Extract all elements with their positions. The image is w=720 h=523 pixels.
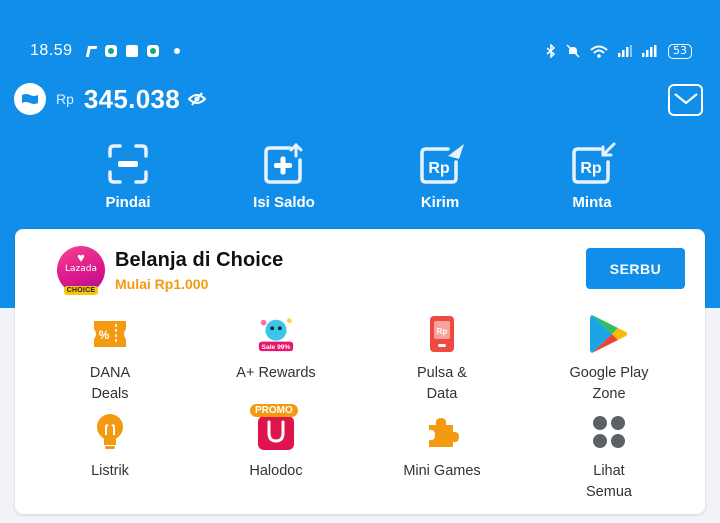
signal-icon-2	[642, 45, 657, 57]
message-notification-icon	[104, 45, 117, 57]
quick-actions: Pindai Isi Saldo Rp Kirim Rp Minta	[0, 142, 720, 214]
service-lihat-semua[interactable]: Lihat Semua	[539, 412, 679, 503]
send-icon: Rp	[418, 142, 464, 186]
promo-banner[interactable]: ♥ Lazada CHOICE Belanja di Choice Mulai …	[57, 245, 685, 295]
heart-icon: ♥	[77, 250, 85, 265]
hide-balance-icon[interactable]	[188, 92, 206, 106]
top-up-icon	[262, 142, 306, 186]
action-label: Minta	[572, 194, 612, 211]
service-a-plus-rewards[interactable]: Sale 99% A+ Rewards	[206, 314, 346, 384]
battery-indicator: 53	[668, 43, 692, 59]
services-card: ♥ Lazada CHOICE Belanja di Choice Mulai …	[15, 229, 705, 514]
request-icon: Rp	[570, 142, 616, 186]
action-minta[interactable]: Rp Minta	[542, 142, 642, 211]
action-isi-saldo[interactable]: Isi Saldo	[234, 142, 334, 211]
inbox-mail-icon[interactable]	[668, 84, 703, 116]
google-play-icon	[589, 314, 629, 354]
lazada-choice-logo: ♥ Lazada CHOICE	[57, 246, 105, 295]
service-listrik[interactable]: Listrik	[40, 412, 180, 482]
svg-text:Rp: Rp	[580, 160, 602, 177]
svg-text:Rp: Rp	[437, 327, 448, 336]
deals-coupon-icon: %	[90, 314, 130, 354]
halodoc-icon: PROMO	[250, 404, 298, 452]
svg-text:%: %	[99, 328, 110, 342]
mute-icon	[566, 44, 580, 58]
chat-notification-icon	[146, 45, 159, 57]
bluetooth-icon	[546, 44, 556, 58]
wallet-icon	[14, 83, 46, 115]
action-kirim[interactable]: Rp Kirim	[390, 142, 490, 211]
service-dana-deals[interactable]: % DANA Deals	[40, 314, 180, 405]
svg-text:Sale 99%: Sale 99%	[262, 344, 291, 351]
balance-row[interactable]: Rp 345.038	[14, 83, 206, 115]
view-all-icon	[589, 412, 629, 452]
action-label: Kirim	[420, 194, 460, 211]
phone-credit-icon: Rp	[422, 314, 462, 354]
wifi-icon	[590, 45, 608, 58]
gallery-notification-icon	[125, 45, 138, 57]
promo-badge: PROMO	[250, 404, 298, 417]
status-time: 18.59	[30, 42, 73, 59]
lightbulb-icon	[90, 412, 130, 452]
more-notifications-icon	[173, 48, 180, 54]
balance-amount: 345.038	[83, 83, 180, 114]
action-label: Isi Saldo	[253, 194, 315, 211]
service-mini-games[interactable]: Mini Games	[372, 412, 512, 482]
signal-icon-1	[618, 45, 632, 57]
puzzle-icon	[422, 412, 462, 452]
flipboard-notification-icon	[85, 45, 97, 57]
service-pulsa-data[interactable]: Rp Pulsa & Data	[372, 314, 512, 405]
promo-title: Belanja di Choice	[115, 248, 284, 271]
status-bar: 18.59 53	[30, 40, 692, 62]
currency-label: Rp	[56, 91, 74, 107]
action-label: Pindai	[105, 194, 151, 211]
promo-subtitle: Mulai Rp1.000	[115, 275, 209, 292]
svg-text:Rp: Rp	[428, 160, 450, 177]
action-pindai[interactable]: Pindai	[78, 142, 178, 211]
scan-icon	[106, 142, 150, 186]
rewards-icon: Sale 99%	[256, 314, 296, 354]
service-halodoc[interactable]: PROMO Halodoc	[206, 404, 346, 482]
serbu-button[interactable]: SERBU	[586, 248, 685, 289]
service-google-play-zone[interactable]: Google Play Zone	[539, 314, 679, 405]
